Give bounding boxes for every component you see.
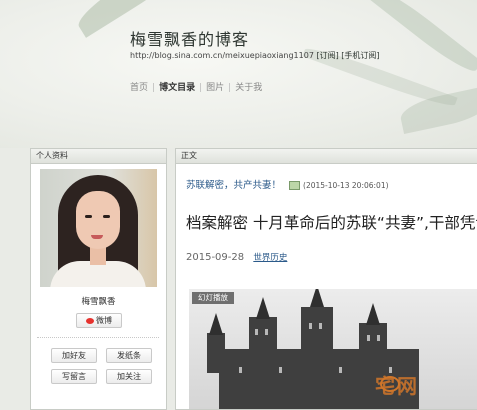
slideshow-button[interactable]: 幻灯播放 [192,292,234,304]
article-panel: 正文 苏联解密，共产共妻！ (2015-10-13 20:06:01) 档案解密 … [175,148,477,410]
weibo-icon [86,317,94,324]
nav-separator: | [152,83,156,93]
post-category-line: 苏联解密，共产共妻！ (2015-10-13 20:06:01) [186,177,389,191]
add-friend-button[interactable]: 加好友 [51,348,97,363]
profile-username[interactable]: 梅雪飘香 [31,295,166,307]
nav-about[interactable]: 关于我 [235,83,262,93]
picture-icon [289,181,301,190]
post-meta: 2015-09-28 世界历史 [186,251,287,263]
article-panel-title: 正文 [176,149,477,164]
write-message-button[interactable]: 写留言 [51,369,97,384]
post-date: 2015-09-28 [186,252,245,263]
profile-panel: 个人资料 梅雪飘香 微博 加好友 发纸条 写留言 加关注 [30,148,167,410]
weibo-label: 微博 [96,316,112,325]
nav-separator: | [199,83,203,93]
divider [37,337,159,338]
blog-url-line: http://blog.sina.com.cn/meixuepiaoxiang1… [130,50,380,61]
blog-title: 梅雪飘香的博客 [130,30,250,49]
profile-panel-title: 个人资料 [31,149,166,164]
blog-url[interactable]: http://blog.sina.com.cn/meixuepiaoxiang1… [130,51,314,60]
post-category-time: (2015-10-13 20:06:01) [303,181,389,190]
follow-button[interactable]: 加关注 [106,369,152,384]
nav-home[interactable]: 首页 [130,83,148,93]
nav-article-list[interactable]: 博文目录 [159,83,195,93]
nav-separator: | [228,83,232,93]
nav-pictures[interactable]: 图片 [206,83,224,93]
leaf-decoration [367,0,477,78]
blog-header: 梅雪飘香的博客 http://blog.sina.com.cn/meixuepi… [0,0,477,148]
post-category[interactable]: 苏联解密，共产共妻！ [186,180,281,191]
subscribe-link[interactable]: [订阅] [316,51,338,60]
post-tag[interactable]: 世界历史 [253,253,287,263]
send-note-button[interactable]: 发纸条 [106,348,152,363]
site-watermark: 宅网 [375,374,419,398]
avatar[interactable] [40,169,157,287]
post-photo[interactable]: 幻灯播放 [189,289,477,409]
weibo-button[interactable]: 微博 [76,313,122,328]
mobile-subscribe-link[interactable]: [手机订阅] [341,51,379,60]
post-title: 档案解密 十月革命后的苏联“共妻”,干部凭证 [186,214,477,232]
blog-nav: 首页 | 博文目录 | 图片 | 关于我 [130,80,262,93]
